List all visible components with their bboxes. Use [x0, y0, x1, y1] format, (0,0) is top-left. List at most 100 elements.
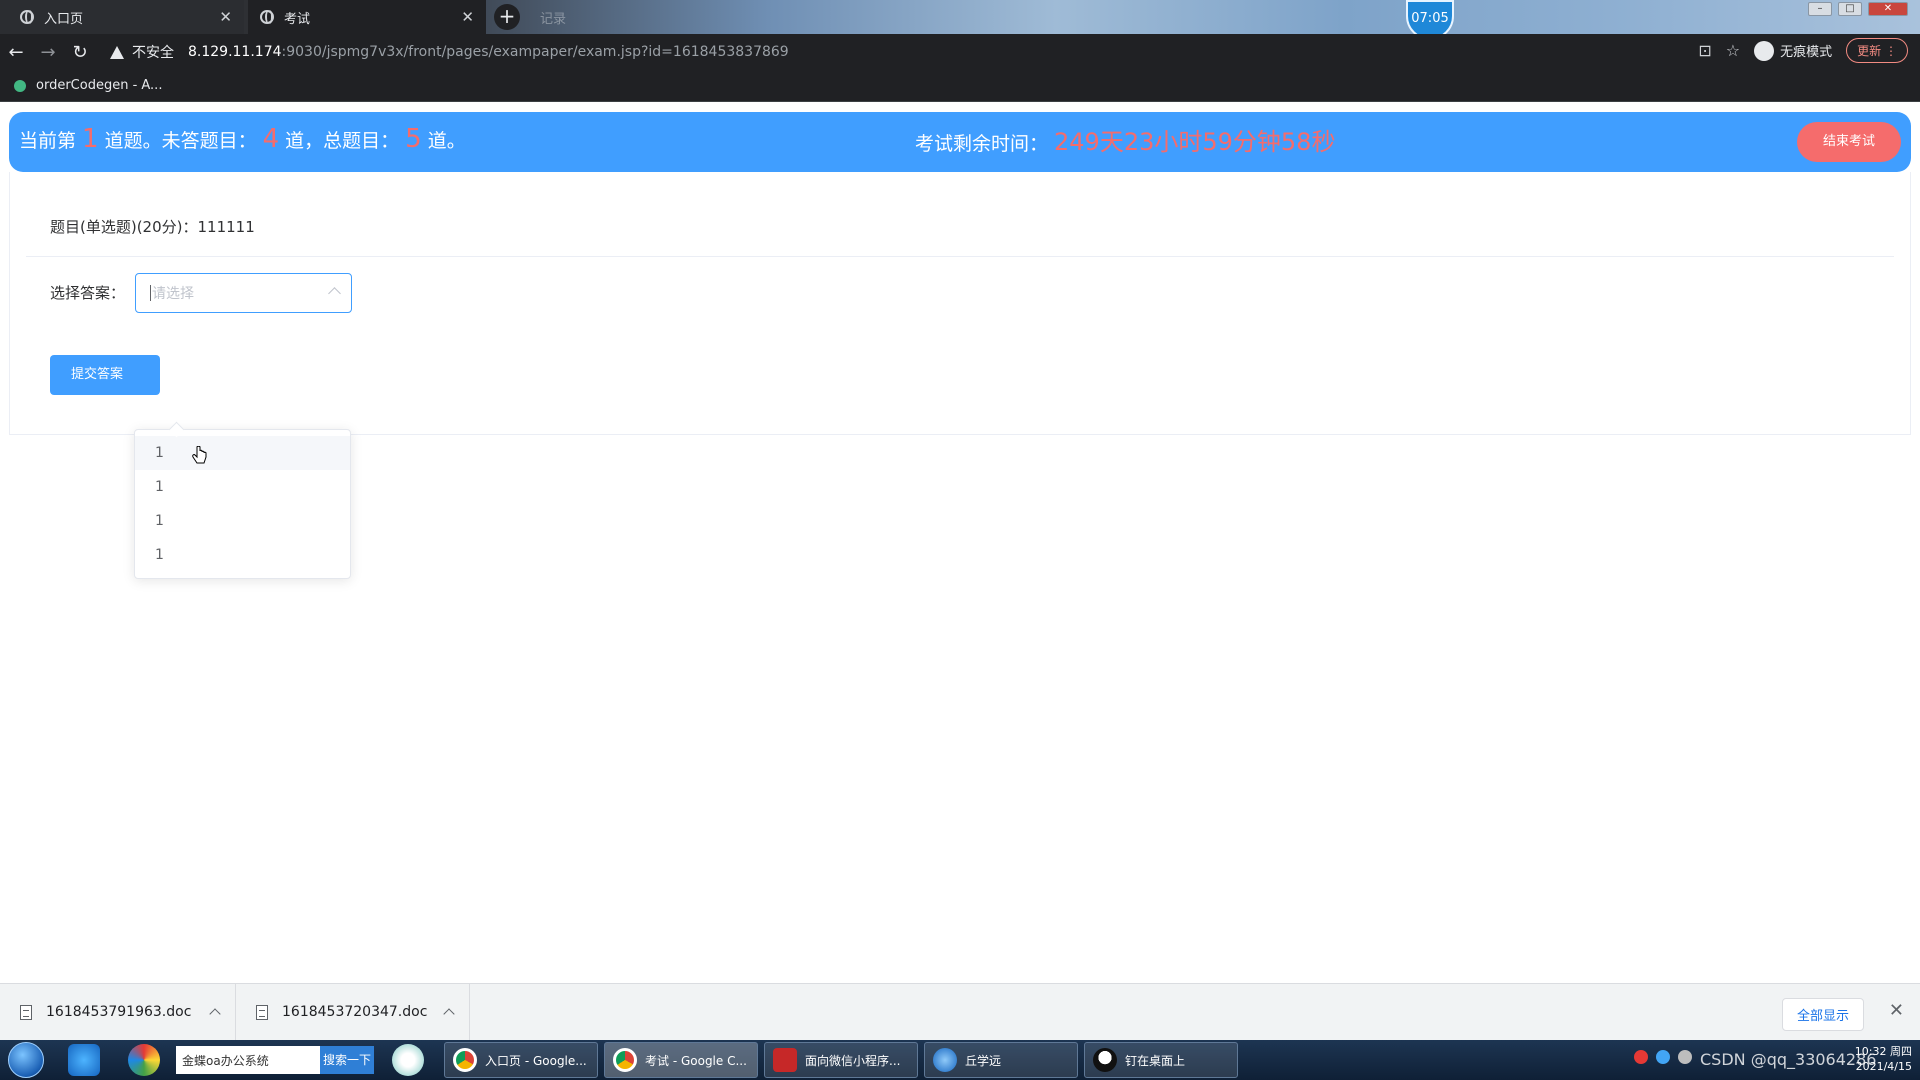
globe-icon: [20, 10, 34, 24]
exam-status-header: 当前第 1 道题。未答题目： 4 道，总题目： 5 道。 考试剩余时间： 249…: [9, 112, 1911, 172]
update-button[interactable]: 更新 ⋮: [1846, 38, 1908, 63]
download-item[interactable]: 1618453791963.doc: [0, 983, 236, 1041]
sogou-icon[interactable]: [1634, 1050, 1648, 1064]
wps-icon: [773, 1048, 797, 1072]
windows-taskbar: 金蝶oa办公系统 搜索一下 入口页 - Google... 考试 - Googl…: [0, 1040, 1920, 1080]
reload-icon[interactable]: ↻: [64, 42, 96, 63]
downloads-bar: 1618453791963.doc 1618453720347.doc 全部显示…: [0, 983, 1920, 1041]
tab-title: 入口页: [44, 11, 84, 27]
remaining-time-value: 249天23小时59分钟58秒: [1054, 128, 1336, 156]
dropdown-option[interactable]: 1: [135, 470, 350, 504]
chrome-icon: [613, 1048, 637, 1072]
start-button[interactable]: [8, 1042, 44, 1078]
bookmarks-bar: orderCodegen - A...: [0, 70, 1920, 102]
unanswered-count: 4: [262, 124, 280, 154]
taskbar-item-label: 考试 - Google C...: [645, 1053, 747, 1068]
taskbar-item[interactable]: 入口页 - Google...: [444, 1042, 598, 1078]
toolbar-right: ⊡ ☆ 无痕模式 更新 ⋮: [1698, 38, 1908, 63]
flower-app-icon[interactable]: [392, 1044, 424, 1076]
url-host: 8.129.11.174: [188, 44, 282, 60]
tray-icons: [1634, 1050, 1692, 1064]
system-tray: CSDN @qq_33064286 10:32 周四 2021/4/15: [1620, 1040, 1920, 1080]
update-label: 更新: [1857, 44, 1882, 58]
select-placeholder: 请选择: [152, 286, 194, 302]
ie-icon[interactable]: [68, 1044, 100, 1076]
answer-label: 选择答案：: [50, 284, 126, 302]
clock-time: 10:32 周四: [1854, 1045, 1912, 1058]
bookmark-item[interactable]: orderCodegen - A...: [36, 78, 162, 93]
answer-dropdown: 1 1 1 1: [134, 429, 351, 579]
translate-icon[interactable]: ⊡: [1698, 41, 1711, 60]
maximize-button[interactable]: □: [1838, 2, 1862, 16]
user-icon: [933, 1048, 957, 1072]
tab-close-icon[interactable]: ✕: [219, 8, 232, 26]
show-all-downloads-button[interactable]: 全部显示: [1781, 998, 1864, 1031]
tab-exam[interactable]: 考试 ✕: [248, 0, 486, 34]
dropdown-option[interactable]: 1: [135, 504, 350, 538]
question-title: 题目(单选题)(20分)：111111: [50, 218, 255, 236]
download-filename: 1618453720347.doc: [282, 1004, 428, 1020]
text-caret: [150, 285, 151, 301]
incognito-label: 无痕模式: [1780, 45, 1833, 60]
chevron-up-icon: [328, 287, 341, 300]
security-label[interactable]: 不安全: [132, 42, 174, 62]
globe-icon: [260, 10, 274, 24]
minimize-button[interactable]: –: [1808, 2, 1832, 16]
taskbar-item-label: 钉在桌面上: [1125, 1053, 1186, 1068]
incognito-indicator[interactable]: 无痕模式: [1754, 40, 1833, 61]
divider: [26, 256, 1894, 257]
back-arrow-icon[interactable]: ←: [0, 42, 32, 63]
submit-answer-button[interactable]: 提交答案: [50, 355, 160, 395]
app-icon[interactable]: [128, 1044, 160, 1076]
taskbar-item-label: 面向微信小程序...: [805, 1053, 901, 1068]
document-icon: [20, 1004, 32, 1020]
chevron-up-icon[interactable]: [443, 1008, 455, 1020]
chrome-icon: [453, 1048, 477, 1072]
help-icon[interactable]: [1656, 1050, 1670, 1064]
taskbar-item[interactable]: 钉在桌面上: [1084, 1042, 1238, 1078]
taskbar-item[interactable]: 丘学远: [924, 1042, 1078, 1078]
taskbar-item[interactable]: 面向微信小程序...: [764, 1042, 918, 1078]
remaining-time-label: 考试剩余时间：: [915, 133, 1049, 155]
clock-date: 2021/4/15: [1855, 1060, 1912, 1073]
taskbar-search-button[interactable]: 搜索一下: [320, 1046, 374, 1074]
chevron-up-icon[interactable]: [209, 1008, 221, 1020]
remaining-time: 考试剩余时间： 249天23小时59分钟58秒: [915, 122, 1335, 157]
taskbar-item[interactable]: 考试 - Google C...: [604, 1042, 758, 1078]
dropdown-option[interactable]: 1: [135, 538, 350, 572]
close-icon[interactable]: ✕: [1889, 1000, 1904, 1021]
progress-text: 当前第: [19, 130, 77, 152]
tab-title: 考试: [284, 11, 311, 27]
taskbar-search-input[interactable]: 金蝶oa办公系统: [176, 1046, 320, 1074]
question-progress: 当前第 1 道题。未答题目： 4 道，总题目： 5 道。: [19, 124, 466, 154]
taskbar-item-label: 入口页 - Google...: [485, 1053, 587, 1068]
background-tab-ghost: 记录: [540, 11, 567, 27]
download-item[interactable]: 1618453720347.doc: [236, 983, 470, 1041]
current-question-number: 1: [82, 124, 99, 154]
answer-select[interactable]: 请选择: [135, 273, 352, 313]
new-tab-button[interactable]: +: [494, 4, 520, 30]
progress-text: 道题。未答题目：: [104, 130, 257, 152]
forward-arrow-icon[interactable]: →: [32, 42, 64, 63]
close-window-button[interactable]: ✕: [1868, 2, 1908, 16]
end-exam-button[interactable]: 结束考试: [1797, 122, 1901, 162]
download-filename: 1618453791963.doc: [46, 1004, 192, 1020]
incognito-icon: [1754, 40, 1775, 61]
window-controls: – □ ✕: [1808, 2, 1908, 16]
total-count: 5: [405, 124, 422, 154]
dropdown-option[interactable]: 1: [135, 436, 350, 470]
address-bar[interactable]: 不安全 8.129.11.174 :9030/jspmg7v3x/front/p…: [110, 38, 1620, 66]
qq-icon: [1093, 1048, 1117, 1072]
bookmark-star-icon[interactable]: ☆: [1726, 41, 1740, 60]
progress-text: 道，总题目：: [285, 130, 400, 152]
document-icon: [256, 1004, 268, 1020]
vue-logo-icon: [14, 79, 26, 92]
tab-close-icon[interactable]: ✕: [461, 8, 474, 26]
browser-tab-strip: 入口页 ✕ 考试 ✕ + 记录 07:05 – □ ✕: [0, 0, 1920, 40]
system-clock[interactable]: 10:32 周四 2021/4/15: [1855, 1044, 1912, 1074]
question-card: 题目(单选题)(20分)：111111 选择答案： 请选择 提交答案: [9, 172, 1911, 435]
tab-entry-page[interactable]: 入口页 ✕: [8, 0, 244, 34]
network-icon[interactable]: [1678, 1050, 1692, 1064]
hand-cursor-icon: [192, 446, 207, 464]
exam-page: 当前第 1 道题。未答题目： 4 道，总题目： 5 道。 考试剩余时间： 249…: [0, 103, 1920, 1045]
